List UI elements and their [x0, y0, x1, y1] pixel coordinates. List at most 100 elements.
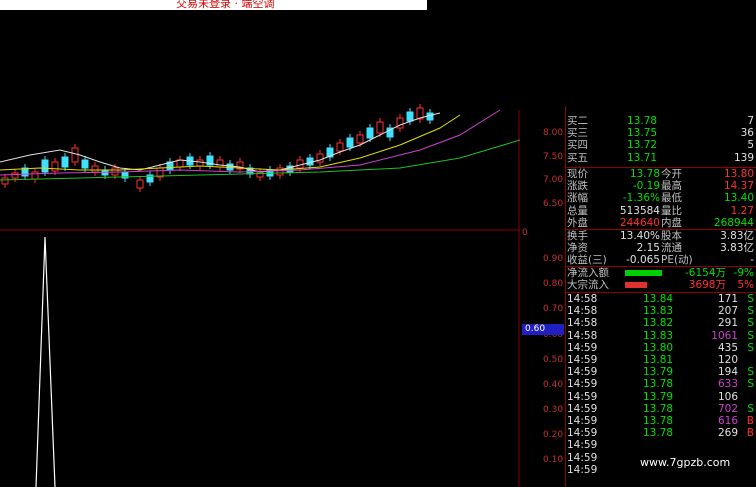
tick-side: S [747, 329, 754, 342]
candle-body [51, 161, 59, 172]
tick-time: 14:59 [567, 366, 598, 379]
lower-tick: 0.70 [543, 304, 564, 314]
tick-volume: 435 [717, 341, 738, 354]
bid-row[interactable]: 买五 13.71 139 [565, 152, 756, 164]
finance-label: 股本 [661, 230, 682, 242]
tick-row[interactable]: 14:59 [565, 439, 756, 451]
tick-time: 14:59 [567, 354, 598, 366]
tick-side: S [747, 341, 754, 354]
tick-side: B [746, 427, 754, 440]
stat-label: 今开 [661, 168, 682, 180]
bid-price: 13.71 [627, 151, 658, 164]
finance-row: 换手 13.40% 股本 3.83亿 [565, 230, 756, 242]
tick-row[interactable]: 14:59 13.78 702 S [565, 403, 756, 415]
tick-price: 13.79 [643, 390, 674, 403]
candle-body [356, 134, 364, 144]
candle-body [1, 177, 9, 185]
stat-value: -1.36% [622, 192, 660, 205]
candle-body [406, 111, 414, 122]
candle-body [376, 121, 384, 134]
bid-price: 13.72 [627, 139, 658, 152]
tick-volume: 1061 [711, 329, 738, 342]
bid-row[interactable]: 买三 13.75 36 [565, 127, 756, 139]
stat-label: 内盘 [661, 216, 682, 229]
stat-value: 244640 [619, 216, 660, 229]
tick-row[interactable]: 14:59 13.80 435 S [565, 342, 756, 354]
tick-time: 14:59 [567, 427, 598, 440]
cursor-value-box: 0.60 [522, 324, 564, 335]
stat-value: 13.40 [723, 192, 754, 205]
tick-row[interactable]: 14:58 13.84 171 S [565, 293, 756, 305]
tick-side: S [747, 378, 754, 391]
tick-row[interactable]: 14:59 13.79 106 [565, 391, 756, 403]
tick-price: 13.78 [643, 378, 674, 391]
tick-row[interactable]: 14:59 13.81 120 [565, 354, 756, 366]
tick-time: 14:58 [567, 317, 598, 330]
watermark: www.7gpzb.com [640, 456, 731, 469]
tick-row[interactable]: 14:59 13.79 194 S [565, 366, 756, 378]
bid-row[interactable]: 买二 13.78 7 [565, 115, 756, 127]
finance-value: 3.83亿 [720, 230, 754, 242]
tick-price: 13.84 [643, 293, 674, 305]
candle-body [366, 127, 374, 139]
stat-value: 513584 [619, 204, 660, 217]
finance-label: 净资 [567, 242, 588, 255]
stat-value: 268944 [713, 216, 754, 229]
stat-label: 最高 [661, 180, 682, 193]
flow-value: 3698万 [688, 279, 726, 292]
finance-value: 3.83亿 [720, 242, 754, 255]
tick-price: 13.78 [643, 402, 674, 415]
tick-price: 13.78 [643, 427, 674, 440]
kline-chart[interactable] [0, 10, 520, 487]
stat-value: -0.19 [632, 180, 660, 193]
flow-bar [625, 282, 647, 289]
stat-value: 13.78 [629, 168, 660, 180]
tick-time: 14:59 [567, 451, 598, 464]
candle-body [61, 156, 69, 168]
bid-price: 13.78 [627, 115, 658, 127]
tick-row[interactable]: 14:58 13.83 1061 S [565, 330, 756, 342]
tick-row[interactable]: 14:59 13.78 616 B [565, 415, 756, 427]
bid-label: 买五 [567, 151, 588, 164]
tick-volume: 120 [717, 354, 738, 366]
tick-price: 13.82 [643, 317, 674, 330]
stat-label: 外盘 [567, 216, 588, 229]
stat-row: 现价 13.78 今开 13.80 [565, 168, 756, 180]
finance-label: 流通 [661, 242, 682, 255]
candle-body [31, 171, 39, 180]
stat-row: 涨跌 -0.19 最高 14.37 [565, 180, 756, 192]
tick-time: 14:59 [567, 463, 598, 476]
lower-tick: 0.20 [543, 430, 564, 440]
tick-volume: 194 [717, 366, 738, 379]
tick-row[interactable]: 14:59 13.78 633 S [565, 378, 756, 390]
tick-volume: 171 [717, 293, 738, 305]
tick-side: S [747, 317, 754, 330]
lower-tick: 0.10 [543, 455, 564, 465]
tick-row[interactable]: 14:59 13.78 269 B [565, 427, 756, 439]
candle-body [71, 147, 79, 163]
tick-time: 14:59 [567, 402, 598, 415]
stat-label: 涨跌 [567, 180, 588, 193]
tick-price: 13.79 [643, 366, 674, 379]
tick-volume: 207 [717, 305, 738, 318]
tick-row[interactable]: 14:58 13.82 291 S [565, 317, 756, 329]
stat-row: 涨幅 -1.36% 最低 13.40 [565, 192, 756, 204]
lower-tick: 0.80 [543, 279, 564, 289]
tick-price: 13.83 [643, 305, 674, 318]
tick-row[interactable]: 14:58 13.83 207 S [565, 305, 756, 317]
stat-label: 最低 [661, 192, 682, 205]
bid-row[interactable]: 买四 13.72 5 [565, 139, 756, 151]
stat-value: 14.37 [723, 180, 754, 193]
upper-tick: 7.50 [543, 152, 564, 162]
lower-tick: 0.40 [543, 380, 564, 390]
candle-body [81, 159, 89, 169]
finance-row: 净资 2.15 流通 3.83亿 [565, 242, 756, 254]
tick-volume: 106 [717, 390, 738, 403]
candle-body [136, 179, 144, 189]
stat-label: 涨幅 [567, 192, 588, 205]
flow-pct: 5% [737, 279, 754, 292]
tick-time: 14:58 [567, 329, 598, 342]
tick-side: B [746, 415, 754, 427]
tick-time: 14:58 [567, 305, 598, 318]
bid-label: 买四 [567, 139, 588, 152]
